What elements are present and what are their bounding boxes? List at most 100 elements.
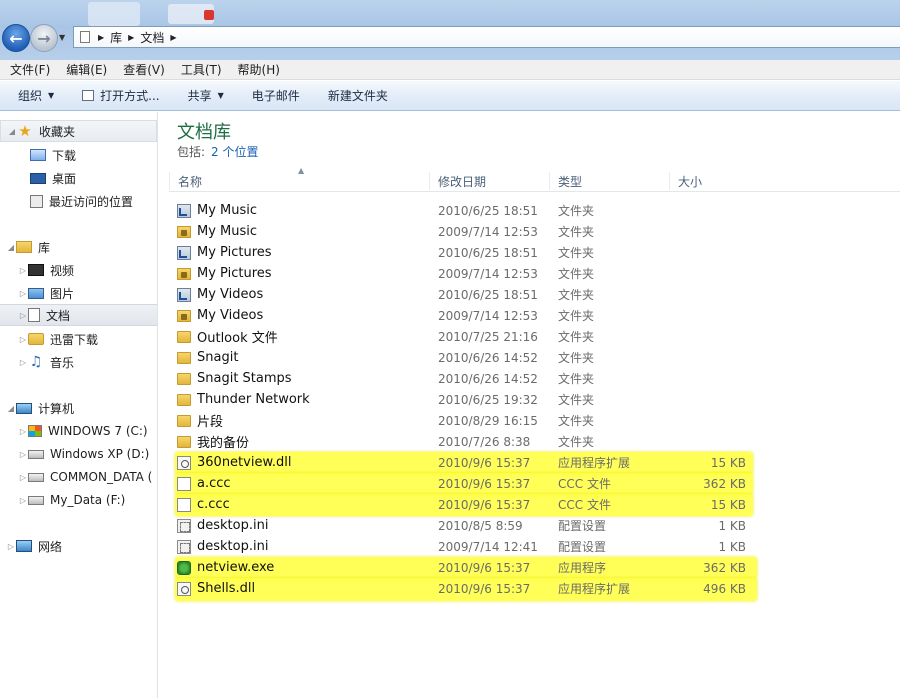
sidebar-computer[interactable]: ◢ 计算机 xyxy=(0,397,157,419)
file-name: My Pictures xyxy=(197,245,272,260)
menu-edit[interactable]: 编辑(E) xyxy=(66,61,107,78)
new-folder-button[interactable]: 新建文件夹 xyxy=(328,87,388,104)
file-row[interactable]: My Videos 2010/6/25 18:51 文件夹 xyxy=(173,284,753,305)
menu-view[interactable]: 查看(V) xyxy=(123,61,165,78)
sidebar-item-label: My_Data (F:) xyxy=(50,493,126,507)
file-row[interactable]: netview.exe 2010/9/6 15:37 应用程序 362 KB xyxy=(173,557,753,578)
column-header-type[interactable]: 类型 xyxy=(549,172,669,190)
address-bar[interactable]: ▶ 库 ▶ 文档 ▶ xyxy=(73,26,900,48)
file-name: desktop.ini xyxy=(197,539,269,554)
sidebar-item-documents[interactable]: ▷ 文档 xyxy=(0,304,157,326)
expand-icon[interactable]: ◢ xyxy=(6,243,16,252)
menu-help[interactable]: 帮助(H) xyxy=(238,61,280,78)
file-row[interactable]: 我的备份 2010/7/26 8:38 文件夹 xyxy=(173,431,753,452)
expand-icon[interactable]: ▷ xyxy=(18,473,28,482)
expand-icon[interactable]: ▷ xyxy=(18,266,28,275)
file-date: 2009/7/14 12:41 xyxy=(438,539,538,554)
sidebar-network[interactable]: ▷ 网络 xyxy=(0,535,157,557)
file-row[interactable]: Outlook 文件 2010/7/25 21:16 文件夹 xyxy=(173,326,753,347)
forward-button[interactable]: → xyxy=(30,24,58,52)
chevron-right-icon[interactable]: ▶ xyxy=(128,33,134,42)
folder-icon xyxy=(177,372,191,385)
file-type: 文件夹 xyxy=(558,330,595,344)
file-name: desktop.ini xyxy=(197,518,269,533)
file-size: 362 KB xyxy=(703,560,746,575)
file-row[interactable]: Shells.dll 2010/9/6 15:37 应用程序扩展 496 KB xyxy=(173,578,753,599)
file-name: My Pictures xyxy=(197,266,272,281)
column-header-size[interactable]: 大小 xyxy=(669,172,749,190)
open-with-button[interactable]: 打开方式... xyxy=(82,87,160,104)
expand-icon[interactable]: ◢ xyxy=(7,127,17,136)
recent-pages-dropdown-icon[interactable]: ▼ xyxy=(59,33,65,42)
sidebar-item-downloads[interactable]: 下载 xyxy=(0,144,157,166)
sidebar-item-drive-d[interactable]: ▷ Windows XP (D:) xyxy=(0,443,157,465)
includes-locations-link[interactable]: 2 个位置 xyxy=(211,145,258,159)
expand-icon[interactable]: ▷ xyxy=(6,542,16,551)
menu-file[interactable]: 文件(F) xyxy=(10,61,50,78)
file-row[interactable]: 360netview.dll 2010/9/6 15:37 应用程序扩展 15 KB xyxy=(173,452,753,473)
sidebar-item-music[interactable]: ▷ ♫ 音乐 xyxy=(0,351,157,373)
file-row[interactable]: My Music 2010/6/25 18:51 文件夹 xyxy=(173,200,753,221)
sidebar-item-pictures[interactable]: ▷ 图片 xyxy=(0,282,157,304)
column-header-name[interactable]: 名称 xyxy=(169,172,431,190)
breadcrumb-documents[interactable]: 文档 xyxy=(140,29,164,46)
email-button[interactable]: 电子邮件 xyxy=(252,87,300,104)
file-row[interactable]: Thunder Network 2010/6/25 19:32 文件夹 xyxy=(173,389,753,410)
expand-icon[interactable]: ▷ xyxy=(18,289,28,298)
sidebar-item-drive-f[interactable]: ▷ My_Data (F:) xyxy=(0,489,157,511)
chevron-right-icon[interactable]: ▶ xyxy=(170,33,176,42)
menu-tools[interactable]: 工具(T) xyxy=(181,61,222,78)
file-row[interactable]: Snagit 2010/6/26 14:52 文件夹 xyxy=(173,347,753,368)
file-name-cell: desktop.ini xyxy=(177,518,439,533)
file-row[interactable]: c.ccc 2010/9/6 15:37 CCC 文件 15 KB xyxy=(173,494,753,515)
file-name-cell: My Music xyxy=(177,203,439,218)
expand-icon[interactable]: ▷ xyxy=(18,358,28,367)
file-row[interactable]: a.ccc 2010/9/6 15:37 CCC 文件 362 KB xyxy=(173,473,753,494)
file-row[interactable]: Snagit Stamps 2010/6/26 14:52 文件夹 xyxy=(173,368,753,389)
sidebar-item-desktop[interactable]: 桌面 xyxy=(0,167,157,189)
file-row[interactable]: 片段 2010/8/29 16:15 文件夹 xyxy=(173,410,753,431)
file-row[interactable]: My Videos 2009/7/14 12:53 文件夹 xyxy=(173,305,753,326)
file-name-cell: Shells.dll xyxy=(177,581,439,596)
organize-button[interactable]: 组织 ▼ xyxy=(18,87,54,104)
sidebar-item-thunder-downloads[interactable]: ▷ 迅雷下载 xyxy=(0,328,157,350)
sidebar-item-recent-places[interactable]: 最近访问的位置 xyxy=(0,190,157,212)
chevron-right-icon[interactable]: ▶ xyxy=(98,33,104,42)
expand-icon[interactable]: ▷ xyxy=(18,335,28,344)
expand-icon[interactable]: ◢ xyxy=(6,404,16,413)
breadcrumb-library[interactable]: 库 xyxy=(110,29,122,46)
sidebar-item-drive-e[interactable]: ▷ COMMON_DATA ( xyxy=(0,466,157,488)
file-row[interactable]: My Pictures 2009/7/14 12:53 文件夹 xyxy=(173,263,753,284)
file-name-cell: My Music xyxy=(177,224,439,239)
file-name-cell: netview.exe xyxy=(177,560,439,575)
column-header-date[interactable]: 修改日期 xyxy=(429,172,549,190)
expand-icon[interactable]: ▷ xyxy=(18,427,28,436)
file-list-pane: 文档库 包括: 2 个位置 ▲ 名称 修改日期 类型 大小 My Music 201… xyxy=(159,112,900,698)
folder-lock-icon xyxy=(177,225,191,238)
file-type: 文件夹 xyxy=(558,351,595,365)
expand-icon[interactable]: ▷ xyxy=(18,450,28,459)
file-row[interactable]: desktop.ini 2009/7/14 12:41 配置设置 1 KB xyxy=(173,536,753,557)
sidebar-libraries[interactable]: ◢ 库 xyxy=(0,236,157,258)
folder-link-icon xyxy=(177,287,191,302)
expand-icon[interactable]: ▷ xyxy=(18,496,28,505)
file-date: 2010/6/26 14:52 xyxy=(438,371,538,386)
back-button[interactable]: ← xyxy=(2,24,30,52)
sidebar-item-drive-c[interactable]: ▷ WINDOWS 7 (C:) xyxy=(0,420,157,442)
file-row[interactable]: My Music 2009/7/14 12:53 文件夹 xyxy=(173,221,753,242)
file-name: Snagit Stamps xyxy=(197,371,292,386)
share-button[interactable]: 共享 ▼ xyxy=(188,87,224,104)
file-name-cell: Snagit Stamps xyxy=(177,371,439,386)
file-type: 配置设置 xyxy=(558,519,607,533)
video-icon xyxy=(28,264,44,276)
file-date: 2010/9/6 15:37 xyxy=(438,476,531,491)
sidebar-item-videos[interactable]: ▷ 视频 xyxy=(0,259,157,281)
navigation-pane: ◢ ★ 收藏夹 下载 桌面 最近访问的位置 ◢ 库 ▷ 视频 ▷ 图片 ▷ 文档… xyxy=(0,112,158,698)
file-row[interactable]: My Pictures 2010/6/25 18:51 文件夹 xyxy=(173,242,753,263)
file-row[interactable]: desktop.ini 2010/8/5 8:59 配置设置 1 KB xyxy=(173,515,753,536)
folder-icon xyxy=(177,393,191,406)
expand-icon[interactable]: ▷ xyxy=(18,311,28,320)
chevron-down-icon: ▼ xyxy=(48,91,55,100)
file-type: 文件夹 xyxy=(558,435,595,449)
sidebar-favorites[interactable]: ◢ ★ 收藏夹 xyxy=(0,120,157,142)
